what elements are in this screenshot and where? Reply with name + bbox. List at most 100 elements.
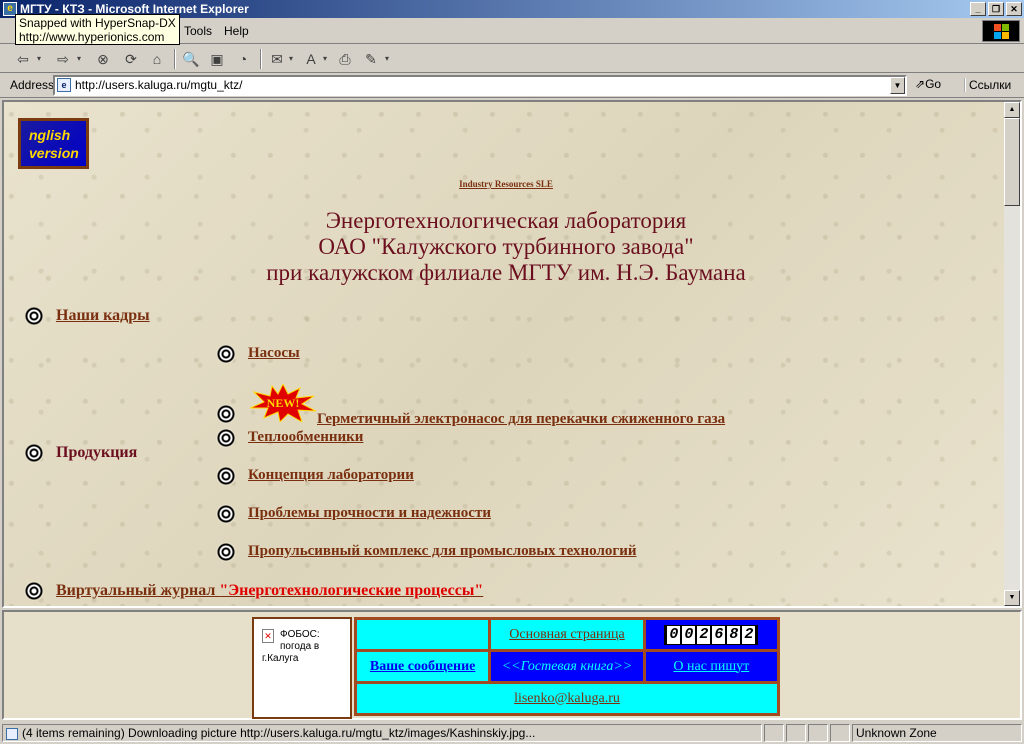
web-page: nglish version Industry Resources SLE Эн…: [4, 102, 1008, 606]
menu-tools[interactable]: Tools: [178, 22, 218, 40]
status-panel: [786, 724, 806, 742]
search-icon[interactable]: 🔍: [180, 48, 202, 70]
products-heading: Продукция: [56, 444, 138, 461]
address-input[interactable]: e http://users.kaluga.ru/mgtu_ktz/ ▼: [53, 75, 907, 96]
edit-icon[interactable]: ✎: [360, 48, 382, 70]
status-bar: (4 items remaining) Downloading picture …: [0, 722, 1024, 744]
toolbar-separator: [260, 49, 262, 69]
scroll-up-icon[interactable]: ▲: [1004, 102, 1020, 118]
back-dropdown-icon[interactable]: ▾: [34, 48, 44, 70]
status-text: (4 items remaining) Downloading picture …: [2, 724, 762, 742]
spiral-bullet-icon: [24, 581, 44, 601]
spiral-bullet-icon: [24, 306, 44, 326]
journal-prefix: Виртуальный журнал: [56, 582, 220, 599]
links-button[interactable]: Ссылки: [964, 78, 1011, 92]
new-badge-icon: NEW!: [250, 384, 316, 422]
main-page-cell: Основная страница: [491, 620, 643, 649]
status-panel: [830, 724, 850, 742]
spiral-bullet-icon: [216, 504, 236, 524]
counter-digit: 6: [712, 625, 726, 644]
guestbook-cell: <<Гостевая книга>>: [491, 652, 643, 681]
main-frame: nglish version Industry Resources SLE Эн…: [2, 100, 1022, 608]
forward-dropdown-icon[interactable]: ▾: [74, 48, 84, 70]
bottom-frame: ✕ ФОБОС: погода в г.Калуга Основная стра…: [2, 610, 1022, 720]
toolbar-separator: [174, 49, 176, 69]
stop-icon[interactable]: ⊗: [92, 48, 114, 70]
mail-icon[interactable]: ✉: [266, 48, 288, 70]
tooltip-line2: http://www.hyperionics.com: [19, 30, 165, 44]
about-us-link[interactable]: О нас пишут: [673, 659, 749, 674]
edit-dropdown-icon[interactable]: ▾: [382, 48, 392, 70]
counter-digit: 8: [727, 625, 741, 644]
guestbook-link[interactable]: <<Гостевая книга>>: [502, 659, 633, 674]
restore-button[interactable]: ❐: [988, 2, 1004, 16]
vertical-scrollbar[interactable]: ▲ ▼: [1004, 102, 1020, 606]
scroll-down-icon[interactable]: ▼: [1004, 590, 1020, 606]
scroll-thumb[interactable]: [1004, 118, 1020, 206]
forward-icon[interactable]: ⇨: [52, 48, 74, 70]
go-label: Go: [925, 77, 942, 91]
your-message-link[interactable]: Ваше сообщение: [370, 659, 475, 674]
address-bar: Address e http://users.kaluga.ru/mgtu_kt…: [0, 73, 1024, 98]
counter-digit: 2: [697, 625, 711, 644]
address-dropdown-icon[interactable]: ▼: [890, 77, 905, 94]
counter-digit: 0: [682, 625, 696, 644]
propulsion-link[interactable]: Пропульсивный комплекс для промысловых т…: [248, 543, 636, 560]
title-line2: ОАО "Калужского турбинного завода": [318, 234, 694, 259]
mail-dropdown-icon[interactable]: ▾: [286, 48, 296, 70]
visit-counter: 002682: [664, 624, 759, 645]
pumps-link[interactable]: Насосы: [248, 345, 300, 362]
email-link[interactable]: lisenko@kaluga.ru: [514, 691, 620, 706]
windows-logo-icon: [994, 24, 1010, 39]
english-version-logo[interactable]: nglish version: [18, 118, 89, 169]
back-icon[interactable]: ⇦: [12, 48, 34, 70]
journal-title: "Энерготехнологические процессы": [219, 582, 484, 599]
broken-image-icon: ✕: [262, 629, 274, 643]
footer-nav-table: Основная страница 002682 Ваше сообщение …: [354, 617, 780, 716]
throbber: [982, 20, 1020, 42]
status-message: (4 items remaining) Downloading picture …: [22, 726, 536, 740]
new-badge-text: NEW!: [267, 396, 300, 410]
spiral-bullet-icon: [216, 344, 236, 364]
menu-help[interactable]: Help: [218, 22, 255, 40]
english-version-text: nglish version: [29, 127, 79, 161]
go-arrow-icon: ⇗: [915, 77, 926, 91]
counter-digit: 0: [667, 625, 681, 644]
spiral-bullet-icon: [216, 542, 236, 562]
history-icon[interactable]: ◔: [232, 48, 254, 70]
weather-widget[interactable]: ✕ ФОБОС: погода в г.Калуга: [252, 617, 352, 719]
journal-link[interactable]: Виртуальный журнал "Энерготехнологически…: [56, 582, 483, 600]
go-button[interactable]: ⇗Go: [915, 77, 941, 91]
refresh-icon[interactable]: ⟳: [120, 48, 142, 70]
spiral-bullet-icon: [24, 443, 44, 463]
loading-page-icon: [6, 727, 18, 740]
status-panel: [808, 724, 828, 742]
empty-cell: [357, 620, 489, 649]
page-title: Энерготехнологическая лаборатория ОАО "К…: [4, 208, 1008, 286]
email-cell: lisenko@kaluga.ru: [357, 684, 777, 713]
message-cell: Ваше сообщение: [357, 652, 489, 681]
close-button[interactable]: ✕: [1006, 2, 1022, 16]
title-line1: Энерготехнологическая лаборатория: [325, 208, 687, 233]
sealed-pump-link[interactable]: Герметичный электронасос для перекачки с…: [317, 411, 725, 428]
home-icon[interactable]: ⌂: [146, 48, 168, 70]
industry-resources-link[interactable]: Industry Resources SLE: [4, 179, 1008, 189]
counter-digit: 2: [742, 625, 756, 644]
hypersnap-tooltip: Snapped with HyperSnap-DX http://www.hyp…: [15, 14, 180, 45]
status-panel: [764, 724, 784, 742]
heat-exchangers-link[interactable]: Теплообменники: [248, 429, 363, 446]
title-line3: при калужском филиале МГТУ им. Н.Э. Баум…: [266, 260, 746, 285]
staff-link[interactable]: Наши кадры: [56, 307, 150, 325]
strength-link[interactable]: Проблемы прочности и надежности: [248, 505, 491, 522]
minimize-button[interactable]: _: [970, 2, 986, 16]
encoding-dropdown-icon[interactable]: ▾: [320, 48, 330, 70]
security-zone: Unknown Zone: [852, 724, 1022, 742]
encoding-icon[interactable]: A: [300, 48, 322, 70]
address-url: http://users.kaluga.ru/mgtu_ktz/: [75, 78, 243, 92]
concept-link[interactable]: Концепция лаборатории: [248, 467, 414, 484]
window-controls: _ ❐ ✕: [968, 2, 1022, 16]
counter-cell: 002682: [645, 620, 777, 649]
favorites-icon[interactable]: ▣: [206, 48, 228, 70]
main-page-link[interactable]: Основная страница: [509, 627, 624, 642]
print-icon[interactable]: ⎙: [334, 48, 356, 70]
